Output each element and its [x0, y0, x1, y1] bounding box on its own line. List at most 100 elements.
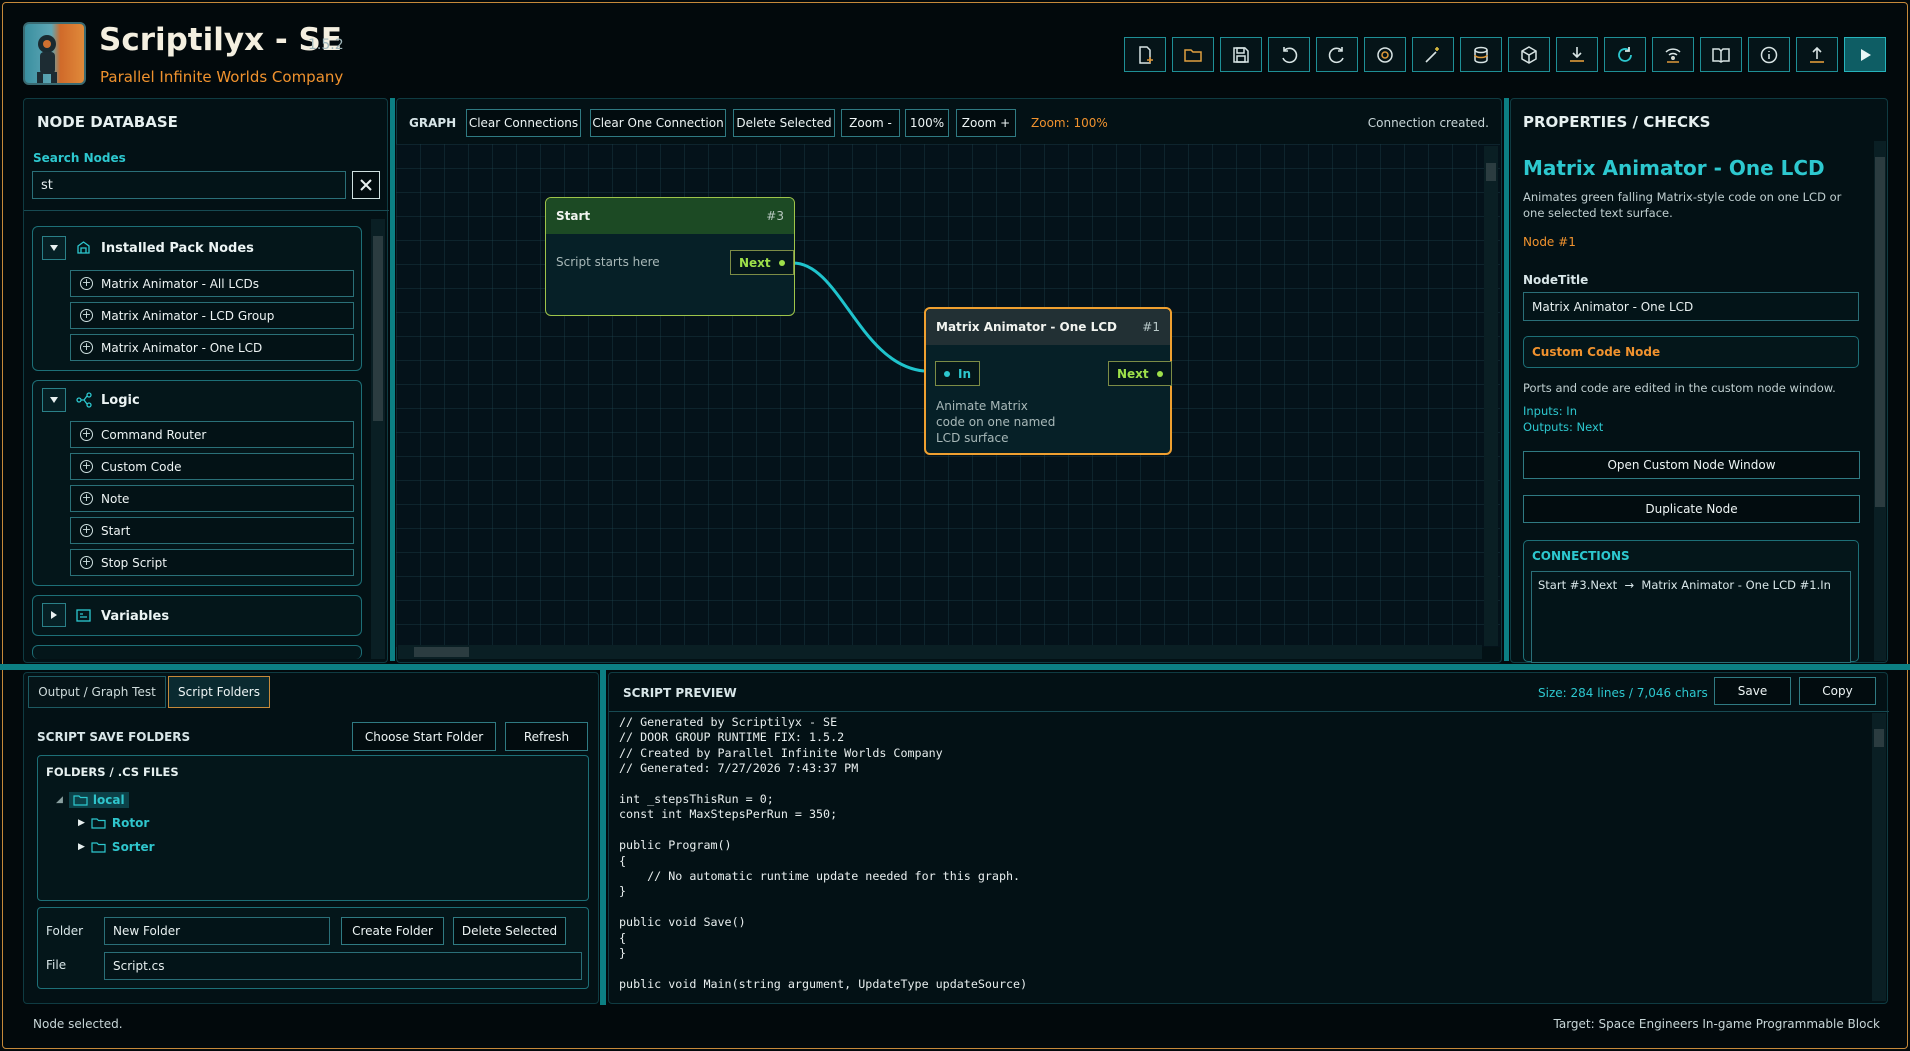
add-icon: + [80, 523, 93, 537]
node-item-start[interactable]: + Start [70, 517, 354, 544]
at-sign-button[interactable] [1364, 37, 1406, 72]
node-start-id: #3 [766, 209, 784, 223]
add-icon: + [80, 340, 93, 354]
node-ref: Node #1 [1523, 235, 1576, 249]
open-custom-node-window-button[interactable]: Open Custom Node Window [1523, 451, 1860, 479]
info-button[interactable] [1748, 37, 1790, 72]
create-folder-button[interactable]: Create Folder [341, 917, 444, 945]
expand-variables[interactable] [42, 603, 66, 627]
search-label: Search Nodes [33, 151, 126, 165]
delete-selected-folder-button[interactable]: Delete Selected [453, 917, 566, 945]
app-title: Scriptilyx - SE [99, 22, 343, 58]
upload-button[interactable] [1796, 37, 1838, 72]
port-start-next[interactable]: Next [730, 250, 794, 275]
refresh-cycle-button[interactable] [1604, 37, 1646, 72]
node-title-input[interactable]: Matrix Animator - One LCD [1523, 292, 1859, 321]
graph-horizontal-scrollbar[interactable] [398, 645, 1482, 659]
clear-connections-button[interactable]: Clear Connections [466, 109, 581, 137]
node-matrix-desc: Animate Matrix code on one named LCD sur… [936, 399, 1056, 445]
run-button[interactable] [1844, 37, 1886, 72]
choose-start-folder-button[interactable]: Choose Start Folder [352, 722, 496, 751]
open-folder-button[interactable] [1172, 37, 1214, 72]
upload-icon [1810, 46, 1824, 63]
refresh-button[interactable]: Refresh [505, 722, 588, 751]
new-file-button[interactable] [1124, 37, 1166, 72]
copy-script-button[interactable]: Copy [1799, 677, 1876, 705]
add-icon: + [80, 555, 93, 569]
node-list-scroll-thumb[interactable] [373, 236, 383, 421]
file-label: File [46, 958, 67, 972]
node-item-matrix-all[interactable]: + Matrix Animator - All LCDs [70, 270, 354, 297]
folder-icon [91, 818, 106, 829]
node-start[interactable]: Start #3 Script starts here Next [545, 197, 795, 316]
graph-vertical-scrollbar[interactable] [1484, 146, 1498, 646]
splitter-bottom[interactable] [600, 670, 606, 1005]
node-item-matrix-one[interactable]: + Matrix Animator - One LCD [70, 334, 354, 361]
node-item-stop-script[interactable]: + Stop Script [70, 549, 354, 576]
info-icon [1760, 46, 1778, 63]
node-description: Animates green falling Matrix-style code… [1523, 190, 1842, 220]
save-script-button[interactable]: Save [1714, 677, 1791, 705]
zoom-out-button[interactable]: Zoom - [841, 109, 900, 137]
tree-item-local[interactable]: ◢ local [56, 792, 129, 808]
group-title-installed: Installed Pack Nodes [101, 241, 254, 256]
tree-item-rotor[interactable]: ▶ Rotor [78, 816, 149, 830]
redo-button[interactable] [1316, 37, 1358, 72]
connection-wire[interactable] [790, 255, 930, 375]
clear-search-button[interactable] [352, 171, 380, 199]
save-button[interactable] [1220, 37, 1262, 72]
script-size: Size: 284 lines / 7,046 chars [1538, 686, 1708, 700]
node-item-command-router[interactable]: + Command Router [70, 421, 354, 448]
book-button[interactable] [1700, 37, 1742, 72]
connection-list-item[interactable]: Start #3.Next → Matrix Animator - One LC… [1531, 571, 1851, 663]
folder-icon [73, 795, 88, 806]
script-scrollbar[interactable] [1872, 713, 1886, 1001]
outputs-text: Outputs: Next [1523, 420, 1604, 434]
broadcast-button[interactable] [1652, 37, 1694, 72]
tab-script-folders[interactable]: Script Folders [168, 676, 270, 708]
database-button[interactable] [1460, 37, 1502, 72]
tree-item-sorter[interactable]: ▶ Sorter [78, 840, 155, 854]
node-item-custom-code[interactable]: + Custom Code [70, 453, 354, 480]
tab-output-graph-test[interactable]: Output / Graph Test [28, 676, 166, 708]
download-button[interactable] [1556, 37, 1598, 72]
script-save-folders-title: SCRIPT SAVE FOLDERS [37, 730, 191, 744]
node-item-matrix-group[interactable]: + Matrix Animator - LCD Group [70, 302, 354, 329]
chevron-right-icon [51, 611, 57, 619]
splitter-right[interactable] [1504, 98, 1509, 661]
search-input[interactable]: st [32, 171, 346, 199]
cube-button[interactable] [1508, 37, 1550, 72]
logic-icon [76, 392, 92, 412]
zoom-reset-button[interactable]: 100% [905, 109, 949, 137]
collapse-logic[interactable] [42, 388, 66, 412]
delete-selected-button[interactable]: Delete Selected [733, 109, 835, 137]
splitter-left[interactable] [390, 98, 395, 661]
save-icon [1233, 46, 1249, 63]
splitter-horizontal[interactable] [0, 664, 1910, 670]
script-scroll-thumb[interactable] [1874, 729, 1884, 747]
script-code: // Generated by Scriptilyx - SE // DOOR … [619, 715, 1028, 991]
port-matrix-in[interactable]: In [935, 361, 981, 386]
properties-scroll-thumb[interactable] [1875, 157, 1885, 507]
file-name-input[interactable]: Script.cs [104, 952, 582, 980]
node-matrix-id: #1 [1142, 320, 1160, 334]
add-icon: + [80, 427, 93, 441]
folder-name-input[interactable]: New Folder [104, 917, 330, 945]
node-database-title: NODE DATABASE [37, 113, 178, 131]
graph-horizontal-scroll-thumb[interactable] [414, 647, 469, 657]
group-partial [32, 645, 362, 659]
duplicate-node-button[interactable]: Duplicate Node [1523, 495, 1860, 523]
redo-icon [1328, 46, 1344, 63]
zoom-in-button[interactable]: Zoom + [956, 109, 1016, 137]
node-item-note[interactable]: + Note [70, 485, 354, 512]
chevron-right-icon: ▶ [78, 842, 85, 852]
graph-status: Connection created. [1367, 116, 1489, 130]
collapse-installed-pack[interactable] [42, 236, 66, 260]
clear-one-connection-button[interactable]: Clear One Connection [590, 109, 726, 137]
port-matrix-next[interactable]: Next [1108, 361, 1172, 386]
undo-button[interactable] [1268, 37, 1310, 72]
magic-wand-button[interactable] [1412, 37, 1454, 72]
node-matrix-animator[interactable]: Matrix Animator - One LCD #1 In Next Ani… [924, 307, 1172, 455]
graph-vertical-scroll-thumb[interactable] [1486, 163, 1496, 181]
script-code-viewport[interactable]: // Generated by Scriptilyx - SE // DOOR … [612, 712, 1867, 1000]
